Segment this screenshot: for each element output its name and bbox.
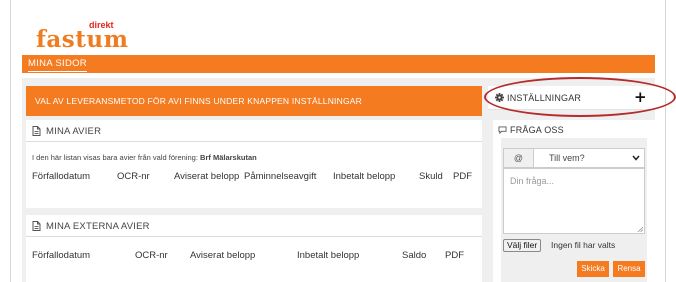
mina-externa-avier-header: MINA EXTERNA AVIER bbox=[26, 215, 482, 237]
document-icon bbox=[32, 221, 41, 231]
notice-banner: VAL AV LEVERANSMETOD FÖR AVI FINNS UNDER… bbox=[26, 86, 482, 116]
ask-us-panel: FRÅGA OSS @ Till vem? Din fråga... Välj … bbox=[493, 120, 655, 282]
ask-us-title: FRÅGA OSS bbox=[510, 125, 564, 135]
notice-banner-text: VAL AV LEVERANSMETOD FÖR AVI FINNS UNDER… bbox=[35, 96, 362, 106]
choose-files-button[interactable]: Välj filer bbox=[503, 239, 542, 252]
recipient-field: @ Till vem? bbox=[503, 148, 645, 168]
mina-avier-title: MINA AVIER bbox=[46, 126, 102, 137]
column-header-ocr[interactable]: OCR-nr bbox=[117, 171, 150, 182]
association-name: Brf Mälarskutan bbox=[200, 153, 257, 162]
send-button[interactable]: Skicka bbox=[577, 261, 609, 277]
mina-externa-avier-title: MINA EXTERNA AVIER bbox=[46, 221, 150, 232]
column-header-forfallodatum[interactable]: Förfallodatum bbox=[32, 171, 90, 182]
question-placeholder: Din fråga... bbox=[510, 176, 555, 186]
ext-column-header-saldo[interactable]: Saldo bbox=[402, 250, 426, 261]
at-sign-icon: @ bbox=[504, 149, 534, 167]
ext-column-header-pdf[interactable]: PDF bbox=[445, 250, 464, 261]
column-header-skuld[interactable]: Skuld bbox=[419, 171, 443, 182]
logo-wordmark: fastum bbox=[36, 26, 129, 53]
mina-externa-avier-panel: MINA EXTERNA AVIER Förfallodatum OCR-nr … bbox=[26, 215, 482, 282]
association-info: I den här listan visas bara avier från v… bbox=[32, 153, 257, 162]
ext-column-header-aviserat-belopp[interactable]: Aviserat belopp bbox=[190, 250, 255, 261]
ext-column-header-inbetalt-belopp[interactable]: Inbetalt belopp bbox=[297, 250, 359, 261]
logo-superscript: direkt bbox=[89, 20, 114, 30]
column-header-inbetalt-belopp[interactable]: Inbetalt belopp bbox=[333, 171, 395, 182]
column-header-aviserat-belopp[interactable]: Aviserat belopp bbox=[174, 171, 239, 182]
file-upload: Välj filer Ingen fil har valts bbox=[503, 239, 645, 253]
ext-column-header-forfallodatum[interactable]: Förfallodatum bbox=[32, 250, 90, 261]
association-info-text: I den här listan visas bara avier från v… bbox=[32, 153, 198, 162]
ask-us-header: FRÅGA OSS bbox=[493, 120, 655, 138]
nav-item-mina-sidor[interactable]: MINA SIDOR bbox=[28, 58, 87, 72]
question-textarea[interactable]: Din fråga... bbox=[503, 168, 645, 234]
resize-grip-icon[interactable] bbox=[637, 226, 643, 232]
file-status-text: Ingen fil har valts bbox=[551, 240, 616, 250]
fastum-logo[interactable]: fastum direkt bbox=[36, 20, 146, 54]
column-header-pdf[interactable]: PDF bbox=[453, 171, 472, 182]
recipient-select[interactable]: Till vem? bbox=[535, 149, 644, 167]
top-navigation-bar: MINA SIDOR bbox=[22, 55, 655, 73]
column-header-paminnelseavgift[interactable]: Påminnelseavgift bbox=[244, 171, 316, 182]
ext-column-header-ocr[interactable]: OCR-nr bbox=[135, 250, 168, 261]
document-icon bbox=[32, 126, 41, 136]
recipient-select-value: Till vem? bbox=[549, 153, 585, 163]
mina-avier-header: MINA AVIER bbox=[26, 120, 482, 142]
chat-bubble-icon bbox=[498, 126, 507, 134]
highlight-annotation-oval bbox=[484, 77, 676, 117]
mina-avier-panel: MINA AVIER I den här listan visas bara a… bbox=[26, 120, 482, 208]
chevron-down-icon bbox=[632, 155, 640, 161]
clear-button[interactable]: Rensa bbox=[613, 261, 645, 277]
